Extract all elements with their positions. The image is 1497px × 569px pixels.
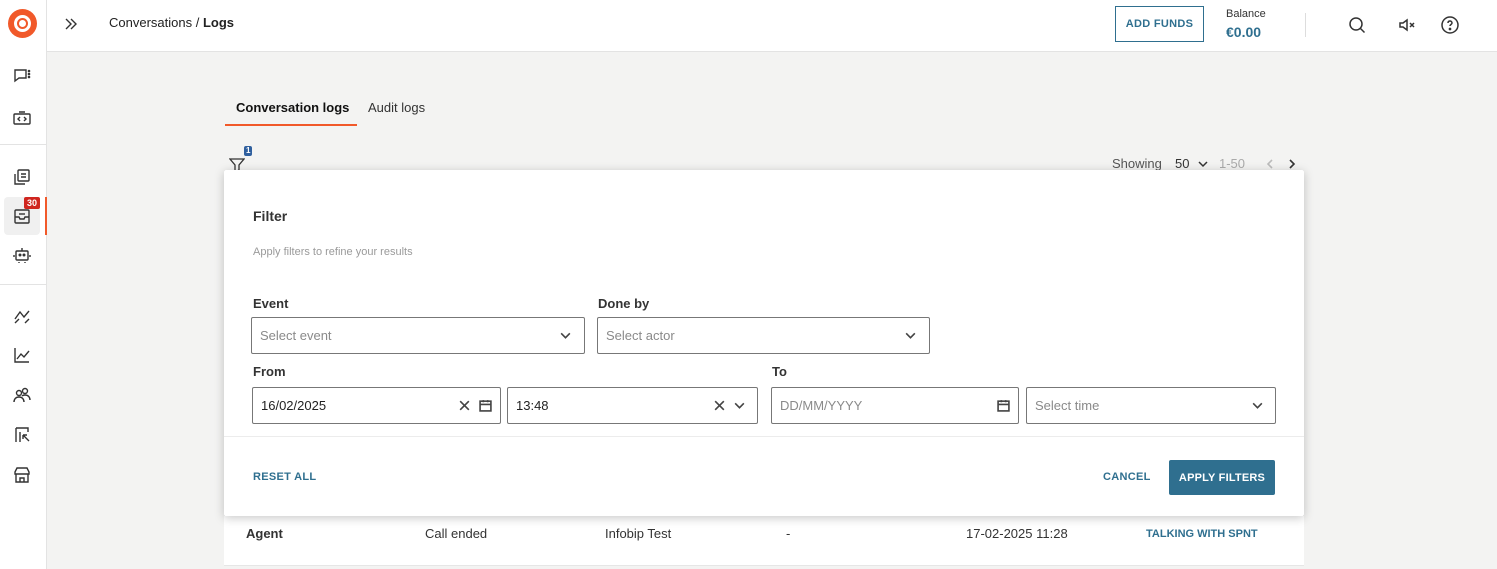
table-row[interactable]: Agent Call ended Infobip Test - 17-02-20… [224, 516, 1304, 566]
from-date-value: 16/02/2025 [261, 398, 327, 413]
to-time-placeholder: Select time [1035, 398, 1100, 413]
page-range: 1-50 [1219, 156, 1246, 171]
breadcrumb-parent[interactable]: Conversations / [109, 15, 203, 30]
sidebar: 30 [0, 0, 47, 569]
row-role: Agent [246, 526, 283, 541]
from-label: From [253, 364, 286, 379]
calendar-icon[interactable] [997, 399, 1011, 413]
to-label: To [772, 364, 787, 379]
page-size-select[interactable]: 50 [1175, 156, 1189, 171]
bot-icon[interactable] [10, 243, 34, 267]
apply-filters-button[interactable]: APPLY FILTERS [1169, 460, 1275, 495]
tab-conversation-logs[interactable]: Conversation logs [225, 100, 357, 126]
code-icon[interactable] [10, 106, 34, 130]
clear-icon[interactable] [713, 399, 727, 413]
clear-icon[interactable] [458, 399, 472, 413]
chevron-down-icon [733, 399, 747, 413]
help-icon[interactable] [1438, 13, 1462, 37]
to-date-input[interactable]: DD/MM/YYYY [771, 387, 1019, 424]
breadcrumb: Conversations / Logs [109, 15, 234, 30]
cancel-button[interactable]: CANCEL [1103, 471, 1151, 483]
chevron-down-icon [904, 329, 918, 343]
reset-all-button[interactable]: RESET ALL [253, 471, 316, 483]
from-time-value: 13:48 [516, 398, 549, 413]
chevron-down-icon [1251, 399, 1265, 413]
chevron-down-icon[interactable] [1197, 157, 1211, 171]
row-time: 17-02-2025 11:28 [966, 526, 1068, 541]
from-time-select[interactable]: 13:48 [507, 387, 758, 424]
copy-chat-icon[interactable] [10, 165, 34, 189]
analytics-icon[interactable] [10, 343, 34, 367]
filter-footer: RESET ALL CANCEL APPLY FILTERS [224, 436, 1304, 516]
filter-count-badge: 1 [244, 146, 253, 156]
row-event: Call ended [425, 526, 488, 541]
showing-label: Showing [1112, 156, 1162, 171]
calendar-icon[interactable] [479, 399, 493, 413]
balance-value: €0.00 [1226, 24, 1262, 40]
add-funds-button[interactable]: ADD FUNDS [1115, 6, 1204, 42]
balance-label: Balance [1226, 8, 1266, 20]
flow-icon[interactable] [10, 304, 34, 328]
event-placeholder: Select event [260, 328, 332, 343]
filter-subtitle: Apply filters to refine your results [253, 246, 413, 258]
event-select[interactable]: Select event [251, 317, 585, 354]
from-date-input[interactable]: 16/02/2025 [252, 387, 501, 424]
filter-dialog: Filter Apply filters to refine your resu… [224, 170, 1304, 516]
infobip-logo-icon[interactable] [8, 9, 37, 38]
inbox-badge: 30 [24, 197, 41, 209]
row-actor: Infobip Test [605, 526, 672, 541]
search-icon[interactable] [1345, 13, 1369, 37]
people-icon[interactable] [10, 383, 34, 407]
next-page-icon[interactable] [1286, 157, 1300, 171]
breadcrumb-current: Logs [202, 15, 234, 30]
done-by-label: Done by [598, 296, 650, 311]
board-icon[interactable] [10, 423, 34, 447]
actor-placeholder: Select actor [606, 328, 675, 343]
store-icon[interactable] [10, 463, 34, 487]
actor-select[interactable]: Select actor [597, 317, 930, 354]
event-label: Event [253, 296, 289, 311]
to-time-select[interactable]: Select time [1026, 387, 1276, 424]
top-bar: Conversations / Logs ADD FUNDS Balance €… [47, 0, 1497, 52]
filter-title: Filter [253, 208, 288, 224]
speaker-muted-icon[interactable] [1395, 13, 1419, 37]
row-detail: - [786, 526, 791, 541]
expand-sidebar-icon[interactable] [61, 14, 81, 34]
to-date-placeholder: DD/MM/YYYY [780, 398, 863, 413]
previous-page-icon[interactable] [1264, 157, 1278, 171]
chat-icon[interactable] [10, 64, 34, 88]
row-status-link[interactable]: TALKING WITH SPNT [1146, 528, 1258, 540]
tab-audit-logs[interactable]: Audit logs [368, 100, 425, 126]
chevron-down-icon [559, 329, 573, 343]
sidebar-active-indicator [45, 197, 47, 235]
